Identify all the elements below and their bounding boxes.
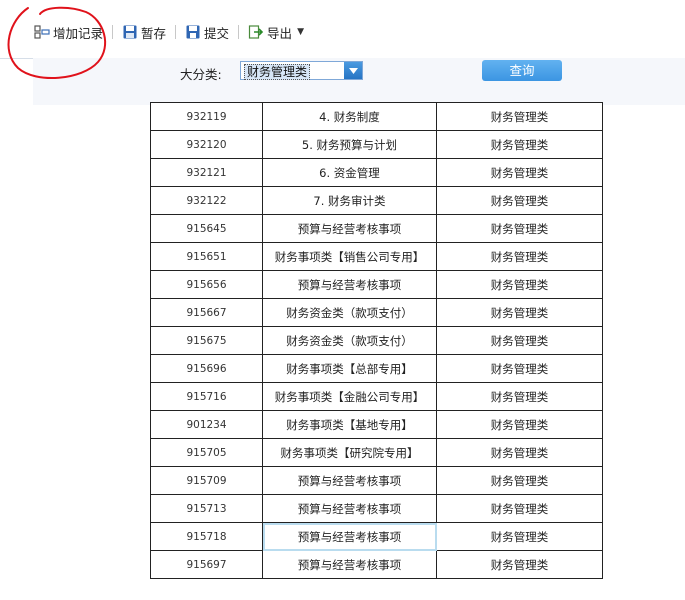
- record-code-cell[interactable]: 932119: [150, 102, 263, 131]
- export-button[interactable]: 导出 ▼: [244, 21, 308, 43]
- record-category-cell[interactable]: 财务管理类: [436, 270, 603, 299]
- record-code-cell[interactable]: 915697: [150, 550, 263, 579]
- table-row[interactable]: 915709 预算与经营考核事项 财务管理类: [150, 466, 603, 495]
- toolbar-buttons: 增加记录 暂存 提交 导出 ▼: [30, 20, 308, 44]
- records-table-body: 932119 4. 财务制度 财务管理类 932120 5. 财务预算与计划 财务管理类 9…: [150, 102, 603, 579]
- record-name-cell[interactable]: 预算与经营考核事项: [262, 466, 437, 495]
- filter-bar: 大分类: 财务管理类 查询: [33, 58, 685, 105]
- table-row[interactable]: 932121 6. 资金管理 财务管理类: [150, 158, 603, 187]
- toolbar-divider: [238, 25, 240, 39]
- record-category-cell[interactable]: 财务管理类: [436, 466, 603, 495]
- submit-button[interactable]: 提交: [181, 21, 233, 43]
- record-code-cell[interactable]: 915718: [150, 522, 263, 551]
- table-row[interactable]: 915645 预算与经营考核事项 财务管理类: [150, 214, 603, 243]
- record-name-cell[interactable]: 财务资金类（款项支付）: [262, 298, 437, 327]
- record-category-cell[interactable]: 财务管理类: [436, 130, 603, 159]
- record-category-cell[interactable]: 财务管理类: [436, 382, 603, 411]
- toolbar: 增加记录 暂存 提交 导出 ▼: [0, 0, 685, 59]
- record-code-cell[interactable]: 932122: [150, 186, 263, 215]
- table-row[interactable]: 915696 财务事项类【总部专用】 财务管理类: [150, 354, 603, 383]
- table-row[interactable]: 915675 财务资金类（款项支付） 财务管理类: [150, 326, 603, 355]
- record-code-cell[interactable]: 915651: [150, 242, 263, 271]
- records-table: 932119 4. 财务制度 财务管理类 932120 5. 财务预算与计划 财务管理类 9…: [150, 102, 603, 579]
- record-name-cell[interactable]: 财务事项类【总部专用】: [262, 354, 437, 383]
- record-name-cell[interactable]: 预算与经营考核事项: [262, 550, 437, 579]
- record-code-cell[interactable]: 915675: [150, 326, 263, 355]
- save-icon: [122, 24, 138, 40]
- record-code-cell[interactable]: 915713: [150, 494, 263, 523]
- record-name-cell[interactable]: 财务事项类【销售公司专用】: [262, 242, 437, 271]
- record-code-cell[interactable]: 915716: [150, 382, 263, 411]
- table-row[interactable]: 901234 财务事项类【基地专用】 财务管理类: [150, 410, 603, 439]
- record-category-cell[interactable]: 财务管理类: [436, 298, 603, 327]
- add-record-icon: [34, 24, 50, 40]
- record-code-cell[interactable]: 915705: [150, 438, 263, 467]
- query-button[interactable]: 查询: [482, 60, 562, 81]
- record-category-cell[interactable]: 财务管理类: [436, 102, 603, 131]
- submit-icon: [185, 24, 201, 40]
- record-name-cell[interactable]: 4. 财务制度: [262, 102, 437, 131]
- record-name-cell[interactable]: 7. 财务审计类: [262, 186, 437, 215]
- record-name-cell[interactable]: 预算与经营考核事项: [262, 214, 437, 243]
- record-category-cell[interactable]: 财务管理类: [436, 550, 603, 579]
- table-row[interactable]: 915667 财务资金类（款项支付） 财务管理类: [150, 298, 603, 327]
- record-name-cell[interactable]: 财务资金类（款项支付）: [262, 326, 437, 355]
- record-code-cell[interactable]: 901234: [150, 410, 263, 439]
- record-code-cell[interactable]: 915696: [150, 354, 263, 383]
- record-category-cell[interactable]: 财务管理类: [436, 242, 603, 271]
- record-category-cell[interactable]: 财务管理类: [436, 410, 603, 439]
- category-select-value: 财务管理类: [244, 64, 311, 80]
- record-category-cell[interactable]: 财务管理类: [436, 522, 603, 551]
- record-category-cell[interactable]: 财务管理类: [436, 158, 603, 187]
- record-name-cell[interactable]: 预算与经营考核事项: [262, 522, 437, 551]
- record-code-cell[interactable]: 915709: [150, 466, 263, 495]
- record-name-cell[interactable]: 财务事项类【金融公司专用】: [262, 382, 437, 411]
- export-icon: [248, 24, 264, 40]
- chevron-down-icon: ▼: [297, 27, 304, 37]
- record-name-cell[interactable]: 预算与经营考核事项: [262, 270, 437, 299]
- table-row[interactable]: 932120 5. 财务预算与计划 财务管理类: [150, 130, 603, 159]
- record-category-cell[interactable]: 财务管理类: [436, 326, 603, 355]
- category-select[interactable]: 财务管理类: [240, 61, 363, 80]
- record-name-cell[interactable]: 预算与经营考核事项: [262, 494, 437, 523]
- table-row[interactable]: 915713 预算与经营考核事项 财务管理类: [150, 494, 603, 523]
- record-code-cell[interactable]: 915667: [150, 298, 263, 327]
- record-category-cell[interactable]: 财务管理类: [436, 494, 603, 523]
- add-record-button[interactable]: 增加记录: [30, 21, 107, 43]
- record-name-cell[interactable]: 5. 财务预算与计划: [262, 130, 437, 159]
- table-row[interactable]: 915651 财务事项类【销售公司专用】 财务管理类: [150, 242, 603, 271]
- record-code-cell[interactable]: 915656: [150, 270, 263, 299]
- record-category-cell[interactable]: 财务管理类: [436, 438, 603, 467]
- table-row[interactable]: 915656 预算与经营考核事项 财务管理类: [150, 270, 603, 299]
- record-category-cell[interactable]: 财务管理类: [436, 214, 603, 243]
- category-label: 大分类:: [180, 67, 222, 82]
- record-category-cell[interactable]: 财务管理类: [436, 186, 603, 215]
- table-row[interactable]: 915697 预算与经营考核事项 财务管理类: [150, 550, 603, 579]
- record-name-cell[interactable]: 财务事项类【基地专用】: [262, 410, 437, 439]
- record-category-cell[interactable]: 财务管理类: [436, 354, 603, 383]
- table-row[interactable]: 932122 7. 财务审计类 财务管理类: [150, 186, 603, 215]
- record-name-cell[interactable]: 6. 资金管理: [262, 158, 437, 187]
- record-name-cell[interactable]: 财务事项类【研究院专用】: [262, 438, 437, 467]
- add-record-label: 增加记录: [53, 25, 104, 41]
- save-draft-button[interactable]: 暂存: [118, 21, 170, 43]
- dropdown-arrow-icon[interactable]: [344, 62, 362, 79]
- record-code-cell[interactable]: 932121: [150, 158, 263, 187]
- save-draft-label: 暂存: [141, 25, 167, 41]
- toolbar-divider: [175, 25, 177, 39]
- table-row[interactable]: 915716 财务事项类【金融公司专用】 财务管理类: [150, 382, 603, 411]
- table-row[interactable]: 915718 预算与经营考核事项 财务管理类: [150, 522, 603, 551]
- table-row[interactable]: 932119 4. 财务制度 财务管理类: [150, 102, 603, 131]
- export-label: 导出: [267, 25, 293, 41]
- table-row[interactable]: 915705 财务事项类【研究院专用】 财务管理类: [150, 438, 603, 467]
- record-code-cell[interactable]: 932120: [150, 130, 263, 159]
- toolbar-divider: [112, 25, 114, 39]
- record-code-cell[interactable]: 915645: [150, 214, 263, 243]
- submit-label: 提交: [204, 25, 230, 41]
